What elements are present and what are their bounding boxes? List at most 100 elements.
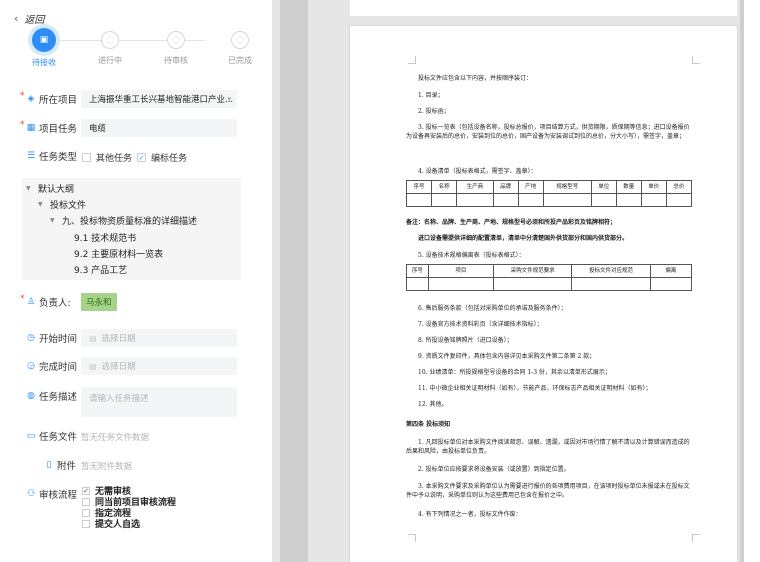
document-page: 投标文件应包含以下内容，并按顺序装订： 1. 目录； 2. 投标函； 3. 投标… [350,26,737,562]
project-label: 所在项目 [39,95,78,106]
doc-paragraph: 12. 其他。 [418,401,448,408]
table-header: 名称 [431,180,458,194]
doc-paragraph: 投标文件应包含以下内容，并按顺序装订： [418,75,533,82]
user-icon: ♙ [26,297,36,307]
chevron-left-icon: ‹ [14,12,19,25]
table-row [405,193,693,207]
project-value: 上海振华重工长兴基地智能港口产业... [89,95,234,105]
caret-down-icon[interactable]: ▼ [38,201,46,208]
task-type-row: ☰ 任务类型 [0,147,272,165]
review-options: ✓ 无需审核 同当前项目审核流程 指定流程 提交人自选 [82,485,176,530]
tree-node-item[interactable]: 9.2 主要原材料一览表 [74,247,163,260]
doc-paragraph: 3. 投标一览表（包括设备名称，投标总报价，项目结算方式，供货期限，质保期等信息… [406,124,690,140]
calendar-icon: ▤ [89,333,97,343]
step-completed[interactable]: ◌ 已完成 [215,28,265,66]
table-row [406,277,693,291]
next-page-edge [740,0,760,562]
start-date-picker[interactable]: ▤ 选择日期 [81,329,237,347]
project-select[interactable]: 上海振华重工长兴基地智能港口产业... ▾ [81,90,237,108]
task-type-other[interactable]: 其他任务 [82,151,132,164]
table-header: 投标文件对应规范 [571,264,651,278]
tree-node-label: 默认大纲 [38,185,75,195]
step-icon: ◌ [167,31,185,49]
review-label: 审核流程 [39,490,78,501]
tree-node-section[interactable]: ▼ 九、投标物资质量标准的详细描述 [50,214,197,227]
doc-paragraph: 1. 凡回投标单位对本采购文件阅读疏忽、误解、遗漏，或因对市场行情了解不清以及计… [406,439,690,455]
tree-node-label: 9.2 主要原材料一览表 [74,250,164,260]
checkbox-checked[interactable]: ✓ [137,153,146,162]
table-header: 项目 [427,264,495,278]
document-viewer[interactable]: 投标文件应包含以下内容，并按顺序装订： 1. 目录； 2. 投标函； 3. 投标… [272,0,760,562]
task-files-empty: 暂无任务文件数据 [81,433,150,443]
attachments-label: 附件 [57,461,77,472]
step-label: 待接收 [32,58,56,67]
task-type-bidding[interactable]: ✓ 编标任务 [137,151,187,164]
description-textarea[interactable]: 请输入任务描述 [81,387,237,417]
option-label: 提交人自选 [95,520,141,530]
task-type-label: 任务类型 [39,152,78,163]
table-header: 生产商 [456,180,494,194]
doc-paragraph: 5. 设备技术规格偏离表（投标表格式）： [418,252,525,259]
layers-icon: ◈ [27,94,35,104]
start-time-label: 开始时间 [39,334,78,345]
doc-paragraph: 11. 中小微企业相关证明材料（如有），节能产品，环保标志产品相关证明材料（如有… [418,385,652,392]
document-icon: ▯ [46,460,52,470]
step-pending-review[interactable]: ◌ 待审核 [151,28,201,66]
task-panel: ‹ 返回 ▣ 待接收 ◌ 进行中 ◌ 待审核 ◌ 已完成 * ◈ 所在项目 上海… [0,0,272,562]
chat-icon: ◍ [27,391,35,401]
clock-icon: ◷ [27,333,35,343]
owner-tag[interactable]: 马永和 [81,293,117,311]
doc-paragraph: 2. 投标函； [418,108,450,115]
task-label: 项目任务 [39,124,78,135]
checkbox-checked[interactable]: ✓ [82,486,90,495]
tree-node-label: 9.1 技术规范书 [74,234,137,244]
required-mark: * [20,91,25,101]
tree-node-root[interactable]: ▼ 默认大纲 [26,182,74,195]
doc-paragraph: 1. 目录； [418,92,444,99]
tree-node-label: 9.3 产品工艺 [74,266,128,276]
task-files-label: 任务文件 [39,432,78,443]
doc-paragraph: 8. 所投设备铭牌照片（进口设备）； [418,337,513,344]
viewer-gutter [280,0,308,562]
tree-node-item[interactable]: 9.3 产品工艺 [74,263,127,276]
doc-paragraph: 9. 资质文件复印件，具体包含内容详见本采购文件第二条第 2 款； [418,353,596,360]
tree-node-bid-file[interactable]: ▼ 投标文件 [38,198,86,211]
back-label: 返回 [24,15,45,26]
review-option-self[interactable]: 提交人自选 [82,518,176,530]
step-icon: ◌ [231,31,249,49]
step-pending-receive[interactable]: ▣ 待接收 [19,28,69,68]
checkbox[interactable] [82,497,90,506]
folder-icon: ▭ [26,431,36,441]
option-label: 编标任务 [151,154,188,164]
table-header: 序号 [405,180,433,194]
doc-paragraph: 7. 设备官方技术资料彩页（含详细技术指标）； [418,321,543,328]
doc-note: 进口设备需提供详细的配置清单，清单中分清楚国外供货部分和国内供货部分。 [418,235,629,242]
back-button[interactable]: ‹ 返回 [14,11,44,26]
tree-node-item[interactable]: 9.1 技术规范书 [74,231,136,244]
chevron-down-icon: ▾ [227,95,231,103]
table-header: 采购文件规范要求 [493,264,573,278]
doc-paragraph: 2. 投标单位应按要求将设备安装（或放置）到指定位置。 [418,466,570,473]
table-header: 数量 [615,180,642,194]
doc-paragraph: 4. 设备清单（投标表格式，需签字、盖章）： [418,168,537,175]
caret-down-icon[interactable]: ▼ [50,217,58,224]
table-header: 序号 [406,264,429,278]
doc-heading: 第四条 投标须知 [406,421,451,428]
checkbox[interactable] [82,508,90,517]
placeholder: 选择日期 [101,334,136,344]
step-label: 已完成 [228,56,252,65]
crop-mark [692,56,700,64]
checkbox[interactable] [82,519,90,528]
clock-check-icon: ◶ [27,361,35,371]
table-header: 产地 [517,180,544,194]
clipboard-icon: ▣ [32,28,56,52]
caret-down-icon[interactable]: ▼ [26,185,34,192]
doc-note: 备注：名称、品牌、生产商、产地、规格型号必须和所投产品彩页及铭牌相符； [406,219,617,226]
outline-tree: ▼ 默认大纲 ▼ 投标文件 ▼ 九、投标物资质量标准的详细描述 9.1 技术规范… [22,178,241,280]
end-date-picker[interactable]: ▤ 选择日期 [81,357,237,375]
step-in-progress[interactable]: ◌ 进行中 [85,28,135,66]
task-value: 电缆 [89,124,107,134]
placeholder: 选择日期 [101,362,136,372]
checkbox[interactable] [82,153,91,162]
task-input[interactable]: 电缆 [81,119,237,137]
